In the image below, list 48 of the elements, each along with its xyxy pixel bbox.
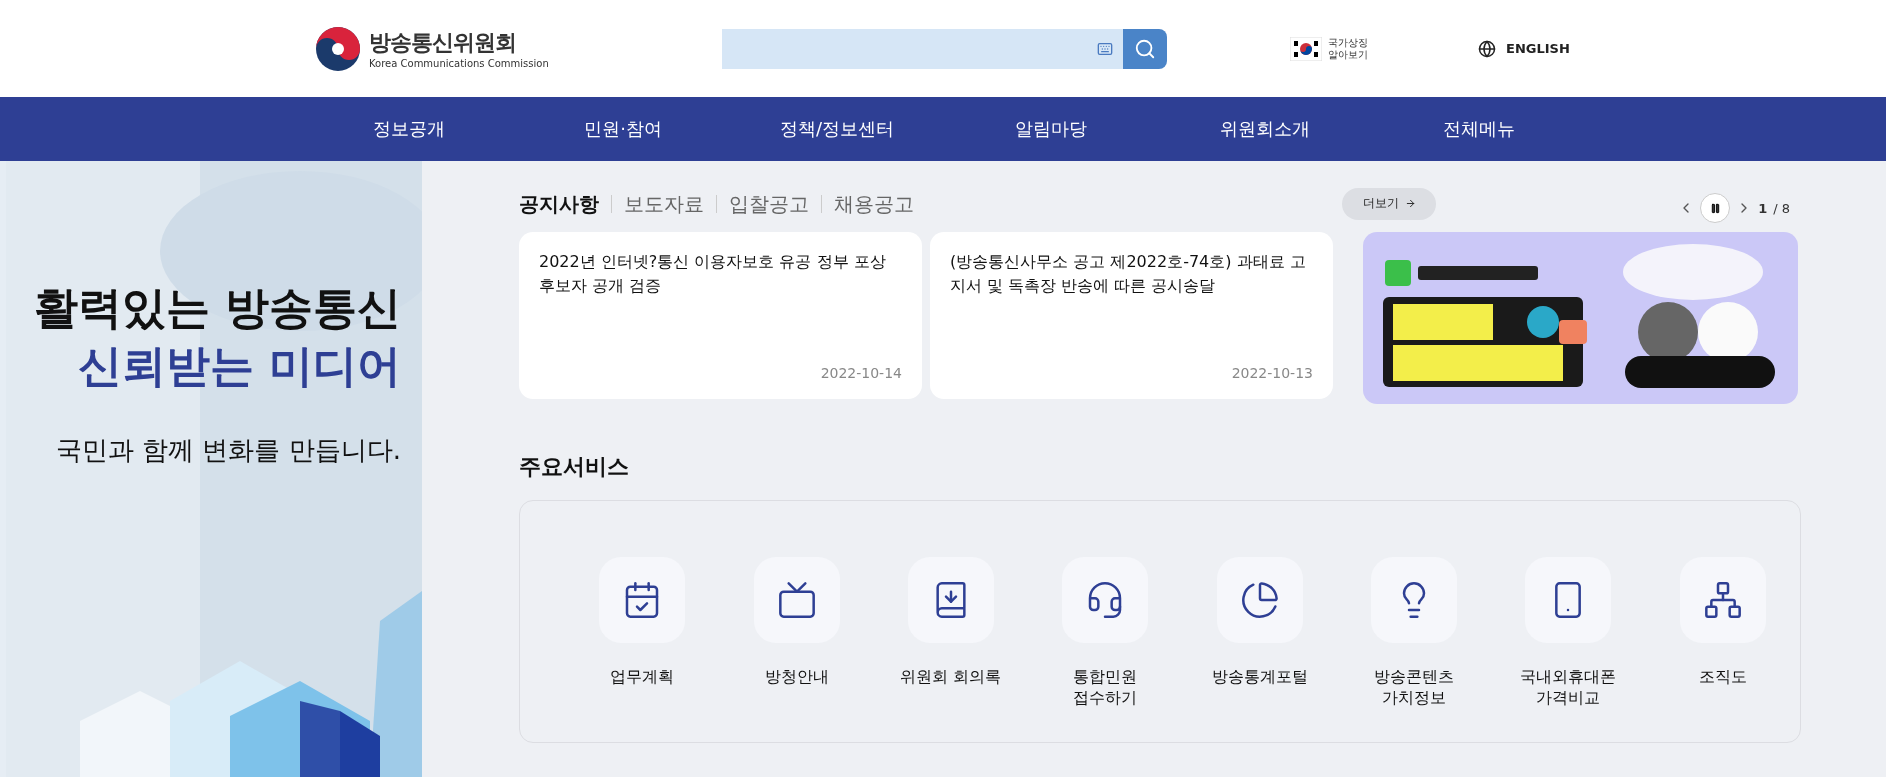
tv-icon: [776, 580, 817, 620]
site-name[interactable]: 방송통신위원회: [369, 28, 549, 58]
page-total: / 8: [1773, 200, 1790, 216]
service-link[interactable]: 방송통계포털: [1182, 557, 1337, 742]
notice-tab[interactable]: 입찰공고: [716, 194, 821, 213]
service-link[interactable]: 국내외휴대폰 가격비교: [1491, 557, 1646, 742]
search-field[interactable]: [722, 28, 1123, 69]
notice-title: (방송통신사무소 공고 제2022호-74호) 과태료 고지서 및 독촉장 반송에 따른 공시송달: [950, 251, 1307, 297]
service-link[interactable]: 업무계획: [565, 557, 720, 742]
nav-item[interactable]: 알림마당: [944, 117, 1158, 141]
service-link[interactable]: 통합민원 접수하기: [1028, 557, 1183, 742]
hero-headline-accent: 신뢰받는 미디어: [77, 339, 401, 393]
nav-item[interactable]: 전체메뉴: [1372, 117, 1586, 141]
flag-icon: [1290, 36, 1322, 61]
keyboard-icon[interactable]: [1097, 40, 1113, 57]
notice-card[interactable]: 2022년 인터넷?통신 이용자보호 유공 정부 포상 후보자 공개 검증 2022-10-14: [519, 232, 922, 399]
notice-tab[interactable]: 채용공고: [821, 194, 926, 213]
nav-item[interactable]: 위원회소개: [1158, 117, 1372, 141]
hero-headline: 활력있는 방송통신: [33, 281, 401, 335]
nav-item[interactable]: 정보공개: [302, 117, 516, 141]
service-link[interactable]: 조직도: [1645, 557, 1800, 742]
language-link[interactable]: ENGLISH: [1478, 39, 1570, 58]
nav-item[interactable]: 민원·참여: [516, 117, 730, 141]
site-subtitle: Korea Communications Commission: [369, 58, 549, 69]
hero-tagline: 국민과 함께 변화를 만듭니다.: [55, 434, 401, 467]
current-page: 1: [1758, 200, 1768, 216]
more-button[interactable]: 더보기: [1342, 187, 1436, 220]
network-icon: [1702, 580, 1743, 620]
national-symbol-link[interactable]: 국가상징 알아보기: [1290, 36, 1368, 61]
service-link[interactable]: 위원회 회의록: [873, 557, 1029, 742]
service-link[interactable]: 방송콘텐츠 가치정보: [1336, 557, 1492, 742]
globe-icon: [1478, 39, 1496, 58]
search-button[interactable]: [1123, 28, 1167, 69]
search-icon: [1134, 37, 1156, 60]
notice-date: 2022-10-13: [1231, 365, 1313, 381]
notice-card[interactable]: (방송통신사무소 공고 제2022호-74호) 과태료 고지서 및 독촉장 반송에 따른 공시송달 2022-10-13: [930, 232, 1333, 399]
service-link[interactable]: 방청안내: [719, 557, 874, 742]
logo-icon: [315, 25, 361, 72]
notice-tab[interactable]: 공지사항: [519, 194, 611, 213]
arrow-right-icon: [1404, 198, 1416, 209]
notice-title: 2022년 인터넷?통신 이용자보호 유공 정부 포상 후보자 공개 검증: [539, 251, 887, 297]
notice-tab[interactable]: 보도자료: [611, 194, 716, 213]
pause-icon: [1709, 202, 1721, 214]
nav-item[interactable]: 정책/정보센터: [730, 117, 944, 141]
pause-button[interactable]: [1700, 193, 1731, 223]
pie-chart-icon: [1239, 580, 1280, 620]
notice-date: 2022-10-14: [820, 365, 902, 381]
section-title: 주요서비스: [519, 453, 630, 481]
